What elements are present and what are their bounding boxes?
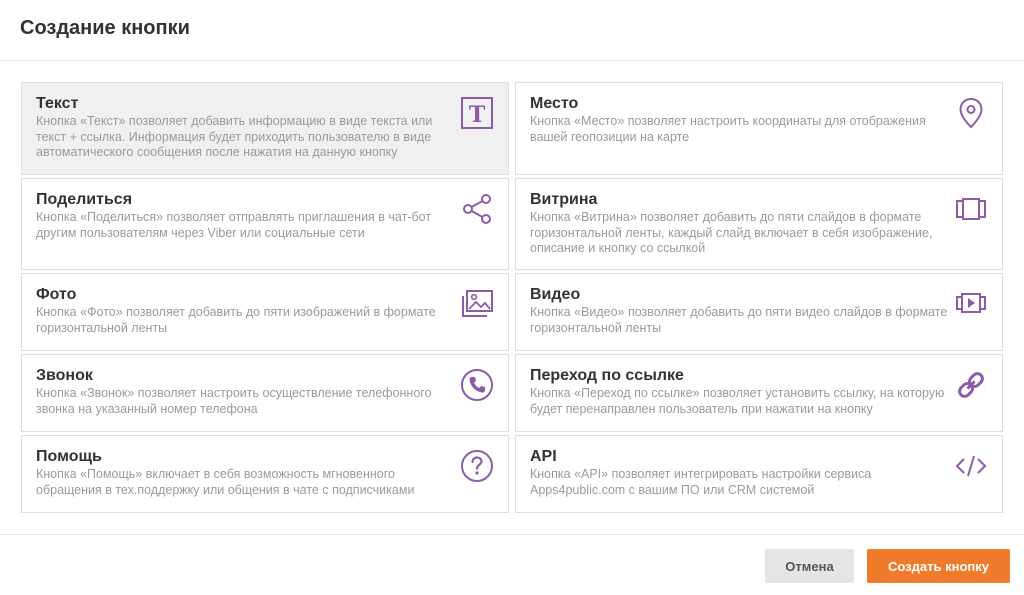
card-call[interactable]: Звонок Кнопка «Звонок» позволяет настрои… [21, 354, 509, 432]
card-title: Место [530, 95, 579, 112]
card-text[interactable]: Текст Кнопка «Текст» позволяет добавить … [21, 82, 509, 175]
card-description: Кнопка «API» позволяет интегрировать нас… [530, 467, 872, 497]
card-title: Поделиться [36, 191, 133, 208]
card-location[interactable]: Место Кнопка «Место» позволяет настроить… [515, 82, 1003, 175]
video-carousel-icon [954, 287, 988, 321]
card-title: Помощь [36, 448, 102, 465]
dialog-title: Создание кнопки [20, 17, 190, 39]
card-description: Кнопка «Место» позволяет настроить коорд… [530, 114, 926, 144]
location-pin-icon [954, 96, 988, 130]
card-photo[interactable]: Фото Кнопка «Фото» позволяет добавить до… [21, 273, 509, 351]
card-description: Кнопка «Помощь» включает в себя возможно… [36, 467, 415, 497]
card-title: API [530, 448, 557, 465]
help-icon [460, 449, 494, 483]
card-video[interactable]: Видео Кнопка «Видео» позволяет добавить … [515, 273, 1003, 351]
card-description: Кнопка «Текст» позволяет добавить информ… [36, 114, 433, 159]
card-title: Текст [36, 95, 79, 112]
dialog-header: Создание кнопки [0, 0, 1024, 61]
card-description: Кнопка «Фото» позволяет добавить до пяти… [36, 305, 436, 335]
card-title: Переход по ссылке [530, 367, 684, 384]
card-showcase[interactable]: Витрина Кнопка «Витрина» позволяет добав… [515, 178, 1003, 270]
dialog-footer: Отмена Создать кнопку [0, 534, 1024, 595]
code-icon [954, 449, 988, 483]
create-button[interactable]: Создать кнопку [867, 549, 1010, 583]
photo-gallery-icon [460, 287, 494, 321]
card-share[interactable]: Поделиться Кнопка «Поделиться» позволяет… [21, 178, 509, 270]
card-description: Кнопка «Звонок» позволяет настроить осущ… [36, 386, 432, 416]
card-description: Кнопка «Видео» позволяет добавить до пят… [530, 305, 948, 335]
text-icon: T [460, 96, 494, 130]
card-title: Фото [36, 286, 77, 303]
card-api[interactable]: API Кнопка «API» позволяет интегрировать… [515, 435, 1003, 513]
card-description: Кнопка «Поделиться» позволяет отправлять… [36, 210, 432, 240]
carousel-icon [954, 192, 988, 226]
link-icon [954, 368, 988, 402]
card-description: Кнопка «Витрина» позволяет добавить до п… [530, 210, 933, 255]
card-help[interactable]: Помощь Кнопка «Помощь» включает в себя в… [21, 435, 509, 513]
phone-icon [460, 368, 494, 402]
button-type-grid: Текст Кнопка «Текст» позволяет добавить … [21, 82, 1003, 513]
cancel-button[interactable]: Отмена [765, 549, 854, 583]
card-title: Видео [530, 286, 581, 303]
card-description: Кнопка «Переход по ссылке» позволяет уст… [530, 386, 945, 416]
card-link[interactable]: Переход по ссылке Кнопка «Переход по ссы… [515, 354, 1003, 432]
card-title: Звонок [36, 367, 93, 384]
svg-text:T: T [469, 102, 486, 128]
share-icon [460, 192, 494, 226]
card-title: Витрина [530, 191, 598, 208]
